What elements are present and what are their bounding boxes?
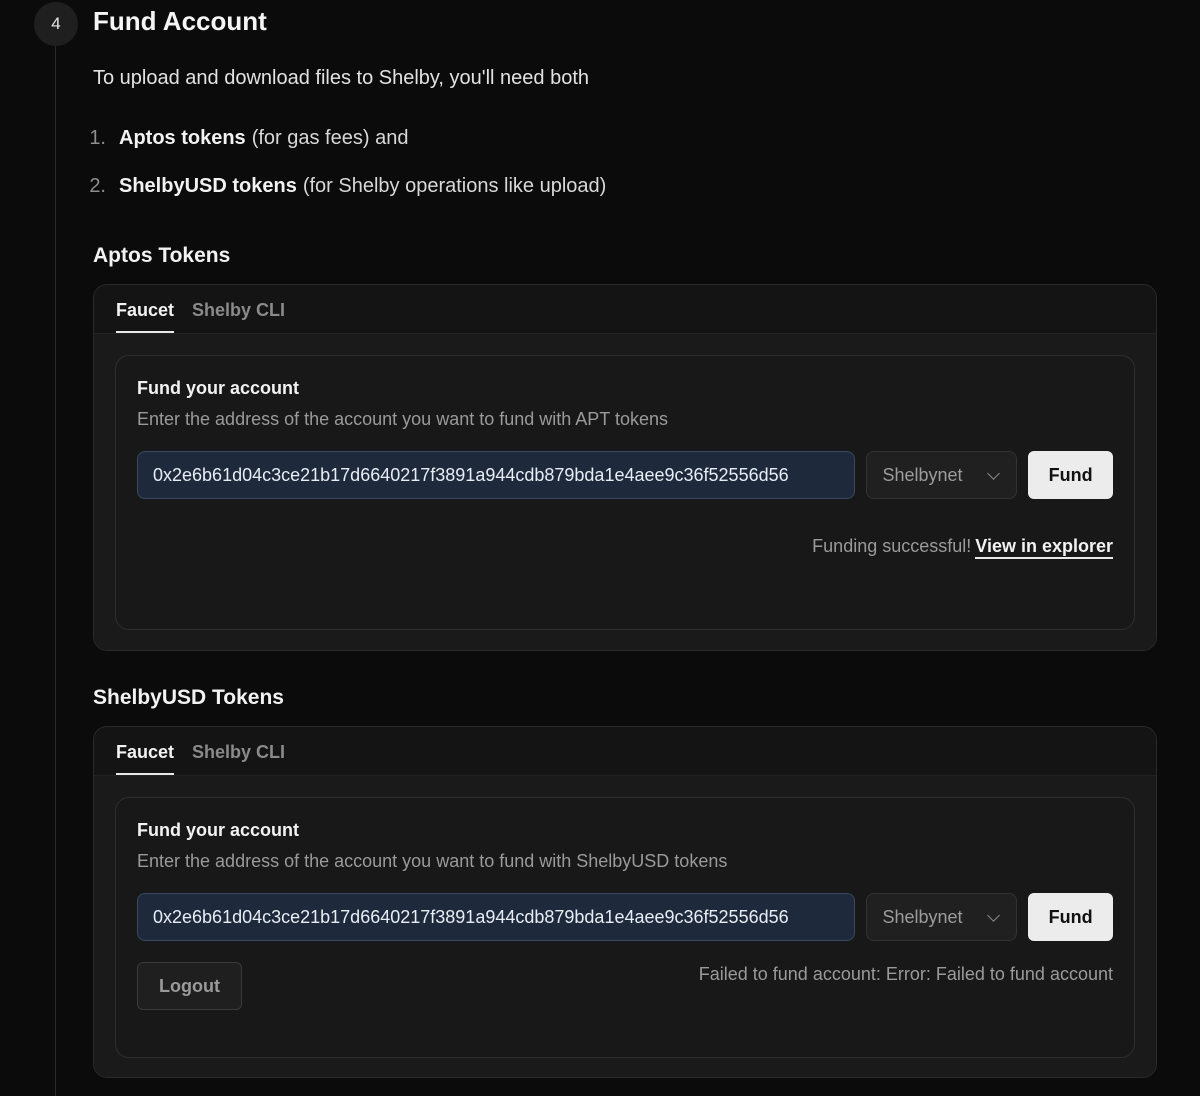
error-message: Failed to fund account: Error: Failed to… (698, 964, 1113, 984)
network-select[interactable]: Shelbynet (866, 451, 1018, 499)
list-number: 1. (89, 127, 106, 149)
page-title: Fund Account (93, 6, 267, 36)
aptos-faucet-card: Faucet Shelby CLI Fund your account Ente… (93, 284, 1157, 651)
requirement-name: Aptos tokens (119, 127, 246, 149)
network-select-value: Shelbynet (882, 906, 963, 927)
network-select-value: Shelbynet (882, 464, 963, 485)
fund-button[interactable]: Fund (1028, 451, 1113, 499)
shelbyusd-tab-panel: Fund your account Enter the address of t… (94, 775, 1156, 1077)
tab-shelby-cli[interactable]: Shelby CLI (192, 300, 285, 333)
status-text: Funding successful! (812, 536, 972, 556)
tab-faucet[interactable]: Faucet (116, 742, 175, 775)
network-select[interactable]: Shelbynet (866, 893, 1018, 941)
form-row: Shelbynet Fund (137, 451, 1113, 499)
shelbyusd-tabbar: Faucet Shelby CLI (94, 727, 1156, 775)
step-connector-line (55, 46, 56, 1096)
fund-button[interactable]: Fund (1028, 893, 1113, 941)
tab-faucet[interactable]: Faucet (116, 300, 175, 333)
shelbyusd-section-title: ShelbyUSD Tokens (93, 686, 284, 709)
shelbyusd-fund-form: Fund your account Enter the address of t… (115, 797, 1135, 1058)
aptos-tabbar: Faucet Shelby CLI (94, 285, 1156, 333)
requirement-detail: (for gas fees) and (251, 127, 409, 149)
address-input[interactable] (137, 893, 856, 941)
requirement-detail: (for Shelby operations like upload) (302, 175, 607, 197)
aptos-section-title: Aptos Tokens (93, 244, 231, 267)
status-row: Logout Failed to fund account: Error: Fa… (137, 962, 1113, 1010)
logout-button[interactable]: Logout (137, 962, 242, 1010)
requirement-name: ShelbyUSD tokens (119, 175, 297, 197)
list-number: 2. (89, 175, 106, 197)
intro-text: To upload and download files to Shelby, … (93, 67, 590, 89)
form-description: Enter the address of the account you wan… (137, 409, 668, 429)
shelbyusd-faucet-card: Faucet Shelby CLI Fund your account Ente… (93, 726, 1157, 1078)
status-row: Funding successful! View in explorer (137, 536, 1113, 559)
step-number-badge: 4 (34, 2, 78, 46)
requirements-list: 1. Aptos tokens (for gas fees) and 2. Sh… (89, 127, 607, 223)
list-item: 2. ShelbyUSD tokens (for Shelby operatio… (89, 175, 607, 223)
form-row: Shelbynet Fund (137, 893, 1113, 941)
aptos-fund-form: Fund your account Enter the address of t… (115, 355, 1135, 630)
form-title: Fund your account (137, 378, 299, 398)
tab-shelby-cli[interactable]: Shelby CLI (192, 742, 285, 775)
chevron-down-icon (987, 466, 1001, 480)
status-message: Funding successful! View in explorer (812, 536, 1113, 559)
aptos-tab-panel: Fund your account Enter the address of t… (94, 333, 1156, 650)
form-title: Fund your account (137, 820, 299, 840)
chevron-down-icon (987, 908, 1001, 922)
address-input[interactable] (137, 451, 856, 499)
view-in-explorer-link[interactable]: View in explorer (975, 536, 1113, 559)
list-item: 1. Aptos tokens (for gas fees) and (89, 127, 606, 175)
form-description: Enter the address of the account you wan… (137, 851, 728, 871)
